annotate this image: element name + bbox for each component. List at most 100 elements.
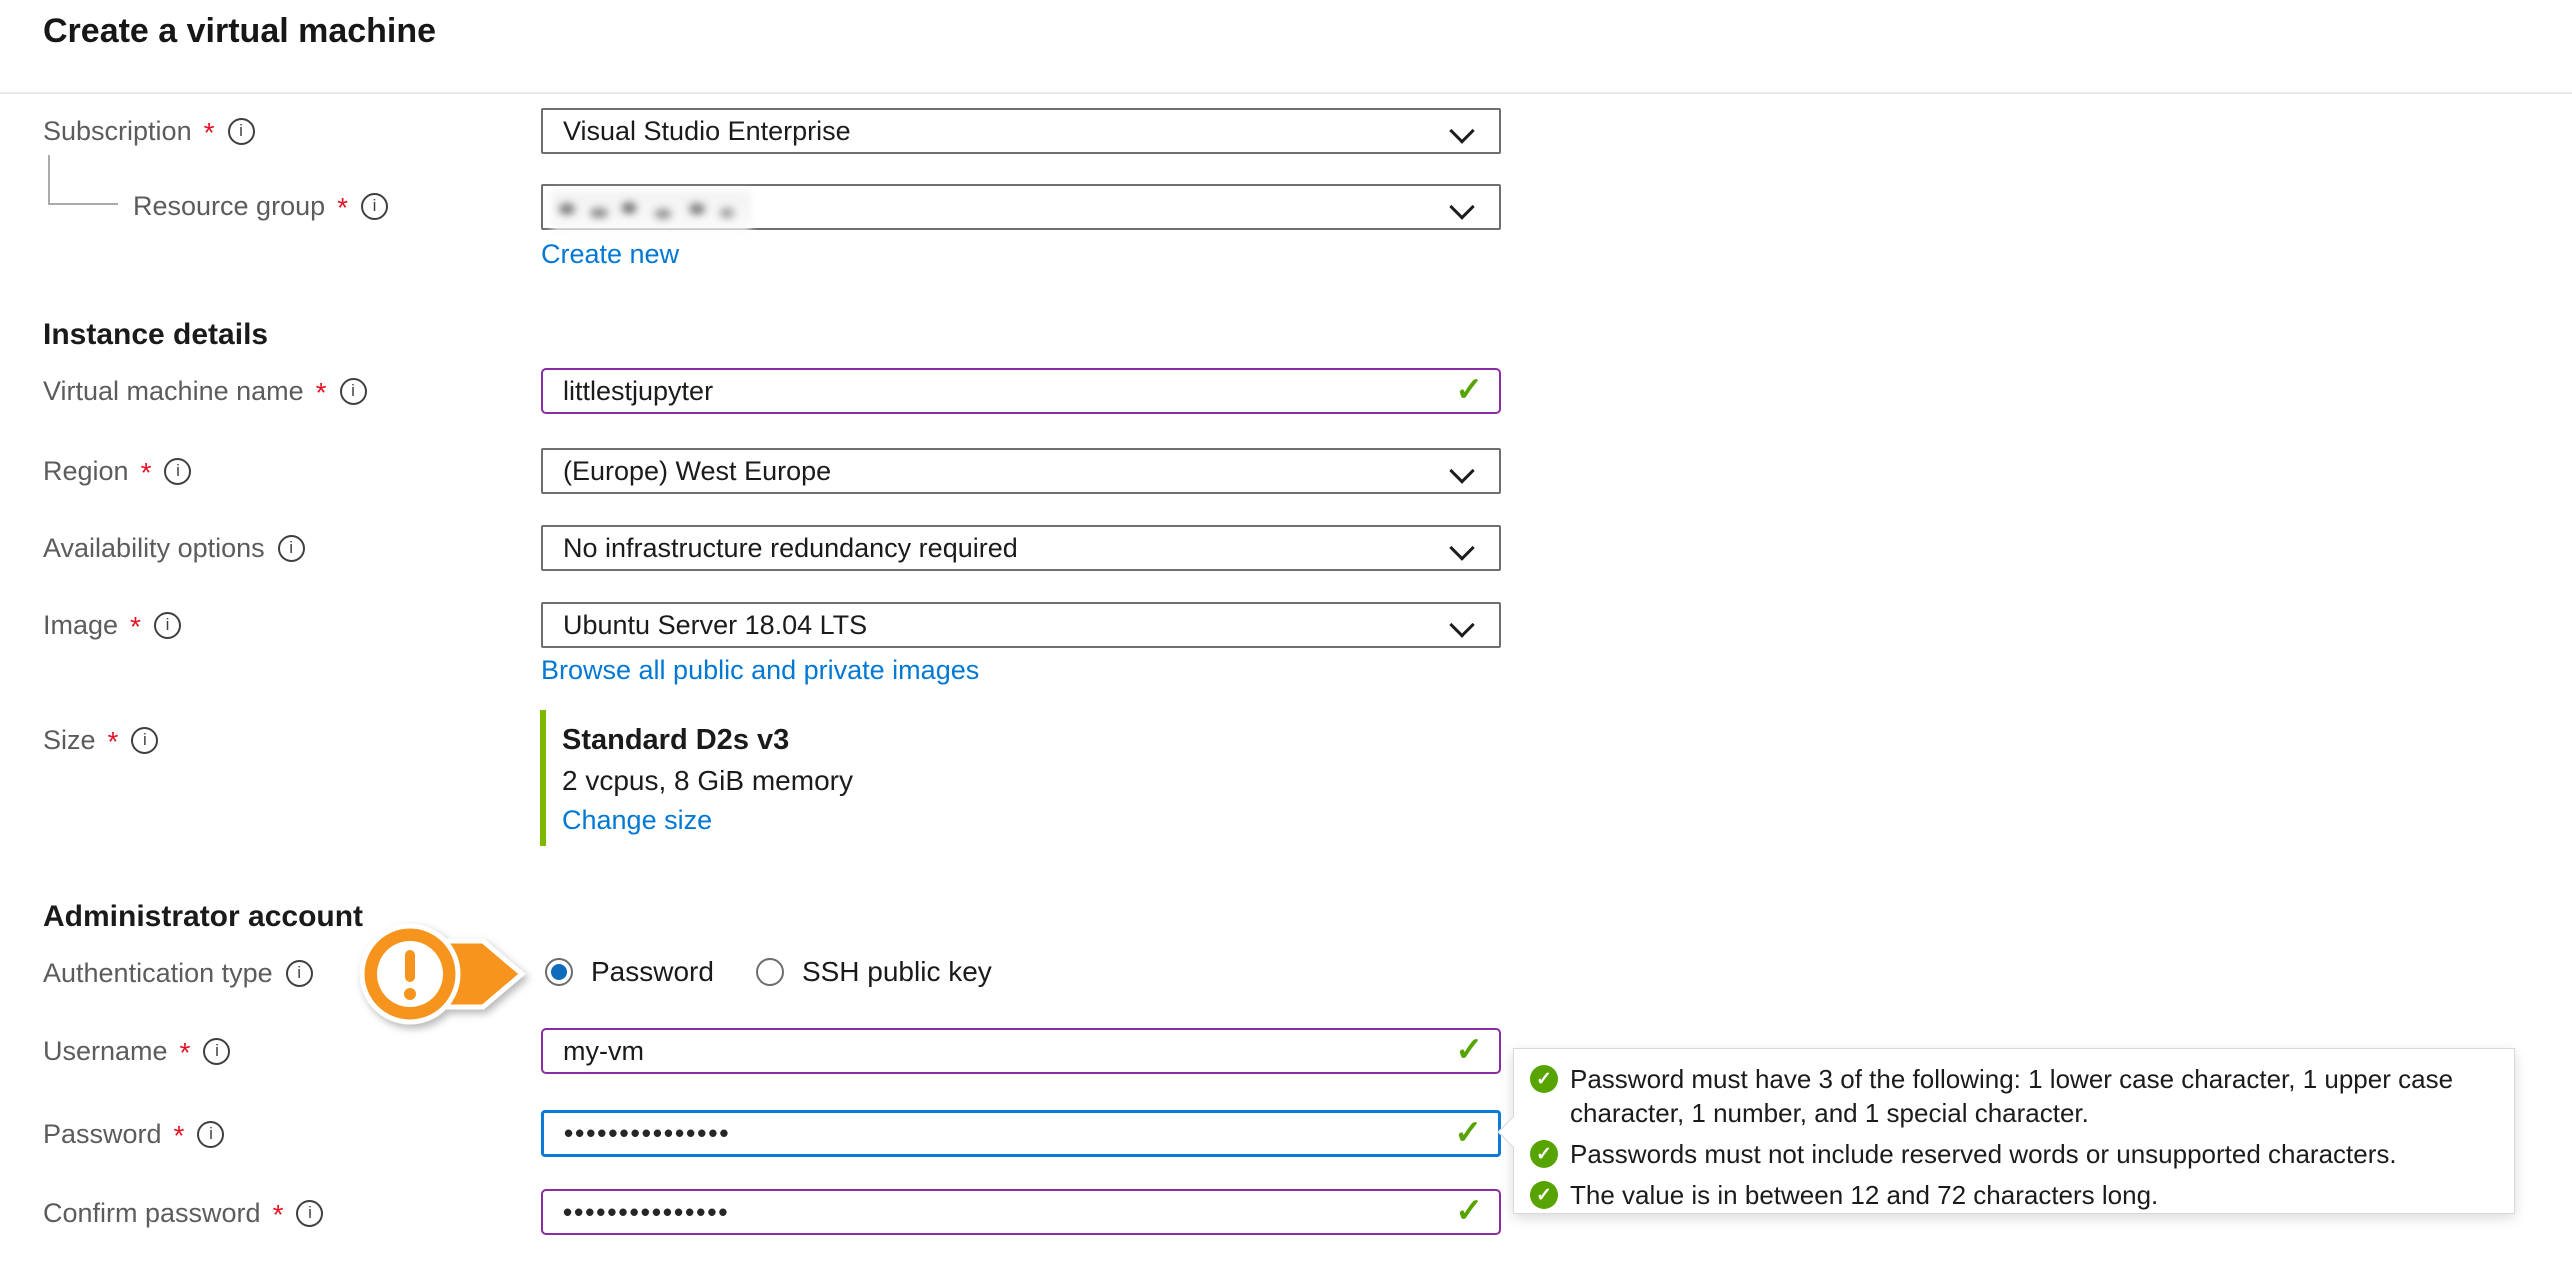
image-label: Image xyxy=(43,607,118,643)
check-circle-icon: ✓ xyxy=(1530,1181,1558,1209)
radio-label-password: Password xyxy=(591,956,714,988)
info-icon[interactable]: i xyxy=(361,193,388,220)
warning-annotation-icon xyxy=(346,908,536,1040)
chevron-down-icon xyxy=(1449,535,1474,560)
size-label: Size xyxy=(43,722,96,758)
info-icon[interactable]: i xyxy=(286,960,313,987)
vm-name-field: ✓ xyxy=(541,368,1501,414)
page-title: Create a virtual machine xyxy=(43,12,436,51)
availability-value: No infrastructure redundancy required xyxy=(563,533,1018,564)
tooltip-rule-text: The value is in between 12 and 72 charac… xyxy=(1570,1178,2158,1212)
valid-check-icon: ✓ xyxy=(1455,1191,1483,1230)
browse-images-link[interactable]: Browse all public and private images xyxy=(541,654,979,686)
password-label: Password xyxy=(43,1116,162,1152)
confirm-password-input[interactable] xyxy=(563,1197,1439,1228)
info-glyph: i xyxy=(289,530,293,566)
username-label: Username xyxy=(43,1033,168,1069)
header-divider xyxy=(0,92,2572,94)
vm-name-input[interactable] xyxy=(563,376,1439,407)
section-instance-details: Instance details xyxy=(43,318,268,352)
valid-check-icon: ✓ xyxy=(1454,1112,1482,1151)
info-glyph: i xyxy=(176,453,180,489)
info-icon[interactable]: i xyxy=(278,535,305,562)
info-icon[interactable]: i xyxy=(154,612,181,639)
availability-label-row: Availability options i xyxy=(43,530,305,566)
confirm-password-field: ✓ xyxy=(541,1189,1501,1235)
redacted-value xyxy=(551,191,751,231)
resource-group-dropdown[interactable] xyxy=(541,184,1501,230)
info-icon[interactable]: i xyxy=(164,458,191,485)
subscription-label: Subscription xyxy=(43,113,192,149)
info-icon[interactable]: i xyxy=(340,378,367,405)
required-asterisk: * xyxy=(337,198,348,218)
required-asterisk: * xyxy=(316,383,327,403)
subscription-value: Visual Studio Enterprise xyxy=(563,116,851,147)
required-asterisk: * xyxy=(204,123,215,143)
tooltip-rule-text: Password must have 3 of the following: 1… xyxy=(1570,1062,2496,1130)
image-dropdown[interactable]: Ubuntu Server 18.04 LTS xyxy=(541,602,1501,648)
username-label-row: Username * i xyxy=(43,1033,230,1069)
create-vm-page: Create a virtual machine Subscription * … xyxy=(0,0,2572,1274)
chevron-down-icon xyxy=(1449,118,1474,143)
info-icon[interactable]: i xyxy=(197,1121,224,1148)
info-icon[interactable]: i xyxy=(296,1200,323,1227)
valid-check-icon: ✓ xyxy=(1455,1030,1483,1069)
info-glyph: i xyxy=(143,722,147,758)
tree-connector-vertical xyxy=(48,155,50,205)
chevron-down-icon xyxy=(1449,458,1474,483)
info-icon[interactable]: i xyxy=(131,727,158,754)
tooltip-rule-item: ✓ Password must have 3 of the following:… xyxy=(1530,1062,2496,1130)
info-icon[interactable]: i xyxy=(203,1038,230,1065)
auth-type-radio-group: Password SSH public key xyxy=(545,956,992,988)
radio-unselected-icon[interactable] xyxy=(756,958,784,986)
region-dropdown[interactable]: (Europe) West Europe xyxy=(541,448,1501,494)
password-label-row: Password * i xyxy=(43,1116,224,1152)
size-label-row: Size * i xyxy=(43,722,158,758)
vm-name-label-row: Virtual machine name * i xyxy=(43,373,367,409)
subscription-dropdown[interactable]: Visual Studio Enterprise xyxy=(541,108,1501,154)
create-new-link[interactable]: Create new xyxy=(541,238,679,270)
info-glyph: i xyxy=(308,1195,312,1231)
username-input[interactable] xyxy=(563,1036,1439,1067)
info-glyph: i xyxy=(215,1033,219,1069)
info-glyph: i xyxy=(297,955,301,991)
info-glyph: i xyxy=(351,373,355,409)
tooltip-rule-item: ✓ The value is in between 12 and 72 char… xyxy=(1530,1178,2496,1212)
auth-type-label-row: Authentication type i xyxy=(43,955,313,991)
region-label-row: Region * i xyxy=(43,453,191,489)
size-specs: 2 vcpus, 8 GiB memory xyxy=(562,765,853,797)
chevron-down-icon xyxy=(1449,612,1474,637)
tooltip-rule-text: Passwords must not include reserved word… xyxy=(1570,1137,2397,1171)
required-asterisk: * xyxy=(130,617,141,637)
password-input[interactable] xyxy=(564,1118,1438,1149)
auth-type-label: Authentication type xyxy=(43,955,273,991)
resource-group-label-row: Resource group * i xyxy=(133,188,388,224)
valid-check-icon: ✓ xyxy=(1455,370,1483,409)
subscription-label-row: Subscription * i xyxy=(43,113,255,149)
password-field: ✓ xyxy=(541,1110,1501,1157)
radio-selected-icon[interactable] xyxy=(545,958,573,986)
tree-connector-horizontal xyxy=(48,203,118,205)
region-label: Region xyxy=(43,453,129,489)
info-icon[interactable]: i xyxy=(228,118,255,145)
radio-option-password[interactable]: Password xyxy=(545,956,714,988)
radio-label-ssh: SSH public key xyxy=(802,956,992,988)
image-label-row: Image * i xyxy=(43,607,181,643)
required-asterisk: * xyxy=(141,463,152,483)
change-size-link[interactable]: Change size xyxy=(562,804,712,836)
radio-dot xyxy=(551,964,567,980)
region-value: (Europe) West Europe xyxy=(563,456,831,487)
check-circle-icon: ✓ xyxy=(1530,1065,1558,1093)
password-rules-tooltip: ✓ Password must have 3 of the following:… xyxy=(1513,1048,2515,1214)
resource-group-label: Resource group xyxy=(133,188,325,224)
required-asterisk: * xyxy=(273,1205,284,1225)
section-administrator-account: Administrator account xyxy=(43,900,363,934)
tooltip-arrow xyxy=(1497,1116,1528,1147)
size-name: Standard D2s v3 xyxy=(562,724,789,757)
info-glyph: i xyxy=(239,113,243,149)
image-value: Ubuntu Server 18.04 LTS xyxy=(563,610,867,641)
availability-dropdown[interactable]: No infrastructure redundancy required xyxy=(541,525,1501,571)
vm-name-label: Virtual machine name xyxy=(43,373,304,409)
info-glyph: i xyxy=(166,607,170,643)
radio-option-ssh[interactable]: SSH public key xyxy=(756,956,992,988)
